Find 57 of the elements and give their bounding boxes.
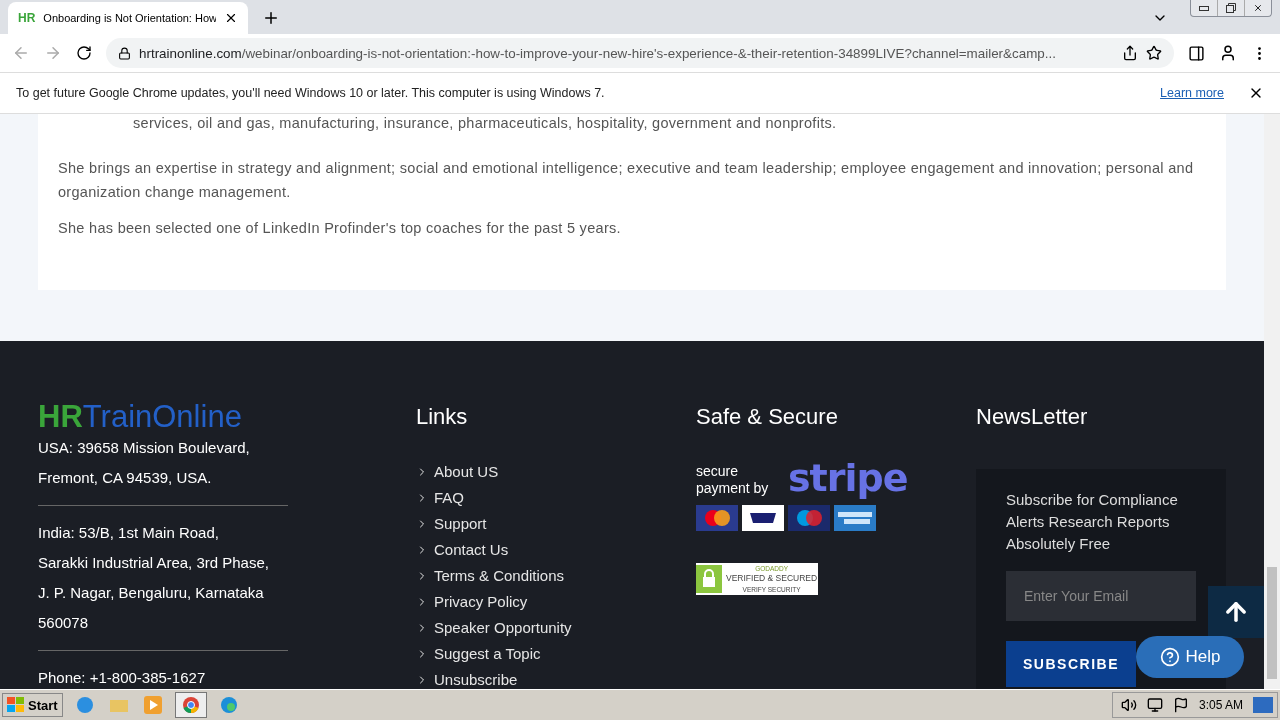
bookmark-icon[interactable] — [1146, 45, 1162, 61]
minimize-icon — [1199, 5, 1209, 11]
footer-link[interactable]: Speaker Opportunity — [416, 615, 696, 641]
footer-link[interactable]: Privacy Policy — [416, 589, 696, 615]
column-heading: NewsLetter — [976, 403, 1089, 431]
clock-text: 3:05 AM — [1198, 698, 1243, 712]
footer-link[interactable]: Unsubscribe — [416, 667, 696, 689]
url-text: hrtrainonline.com/webinar/onboarding-is-not-orientation:-how-to-improve-your-new-hire's-experience-&-their-retention-34899LIVE?channel=mailer&camp... — [139, 45, 1057, 61]
footer-link[interactable]: FAQ — [416, 485, 696, 511]
chrome-icon[interactable] — [174, 692, 207, 718]
help-icon — [1159, 647, 1180, 667]
start-button[interactable]: Start — [2, 693, 63, 717]
address-text: India: 53/B, 1st Main Road, Sarakki Industrial Area, 3rd Phase, J. P. Nagar, Bengaluru, Karnataka 560078 — [38, 518, 288, 651]
scroll-top-button[interactable] — [1208, 586, 1264, 638]
paragraph: She brings an expertise in strategy and alignment; social and emotional intelligence; executive and team leadership; employee engagement and innovation; personal and organization change management. — [58, 159, 1195, 202]
address-bar[interactable]: hrtrainonline.com/webinar/onboarding-is-not-orientation:-how-to-improve-your-new-hire's-experience-&-their-retention-34899LIVE?channel=mailer&camp... — [106, 38, 1174, 68]
lock-icon — [696, 565, 722, 593]
new-tab-icon[interactable] — [262, 9, 280, 27]
close-icon — [1253, 3, 1263, 13]
seal-title: VERIFIED & SECURED — [726, 573, 818, 585]
volume-icon[interactable] — [1120, 697, 1137, 713]
column-heading: Links — [416, 403, 469, 431]
footer-link[interactable]: Suggest a Topic — [416, 641, 696, 667]
address-text: Phone: +1-800-385-1627 — [38, 668, 207, 688]
email-field[interactable]: Enter Your Email — [1006, 571, 1196, 621]
site-logo[interactable]: HRTrainOnline — [38, 401, 416, 433]
stripe-logo: stripe — [788, 459, 908, 497]
help-button[interactable]: Help — [1136, 636, 1244, 678]
list-text: services, oil and gas, manufacturing, insurance, pharmaceuticals, hospitality, government and nonprofits. — [132, 114, 838, 133]
lock-icon — [118, 46, 131, 60]
footer-link[interactable]: Terms & Conditions — [416, 563, 696, 589]
scrollbar[interactable] — [1264, 114, 1280, 689]
flag-icon[interactable] — [1172, 697, 1189, 713]
windows-logo-icon — [7, 697, 25, 713]
infobar-message: To get future Google Chrome updates, you'll need Windows 10 or later. This computer is using Windows 7. — [16, 86, 606, 100]
side-panel-icon[interactable] — [1188, 44, 1205, 62]
share-icon[interactable] — [1122, 45, 1138, 61]
reload-icon[interactable] — [76, 45, 92, 61]
card-logo-icon — [788, 505, 830, 531]
card-logo-icon — [696, 505, 738, 531]
card-logo-icon — [742, 505, 784, 531]
column-heading: Safe & Secure — [696, 403, 839, 431]
close-icon[interactable] — [224, 11, 238, 25]
card-logo-icon — [834, 505, 876, 531]
paragraph: She has been selected one of LinkedIn Profinder's top coaches for the past 5 years. — [58, 219, 622, 238]
network-icon[interactable] — [1146, 697, 1163, 713]
footer-link[interactable]: Support — [416, 511, 696, 537]
footer-link[interactable]: About US — [416, 459, 696, 485]
footer-link[interactable]: Contact Us — [416, 537, 696, 563]
newsletter-text: Subscribe for Compliance Alerts Research Reports Absolutely Free — [1006, 490, 1179, 554]
restore-icon — [1226, 3, 1236, 13]
address-text: USA: 39658 Mission Boulevard, Fremont, CA 94539, USA. — [38, 433, 288, 506]
stripe-caption: secure payment by — [696, 463, 770, 497]
learn-more-link[interactable]: Learn more — [1160, 86, 1224, 100]
profile-icon[interactable] — [1219, 44, 1237, 62]
favicon: HR — [18, 11, 36, 25]
subscribe-button[interactable]: SUBSCRIBE — [1006, 641, 1136, 687]
